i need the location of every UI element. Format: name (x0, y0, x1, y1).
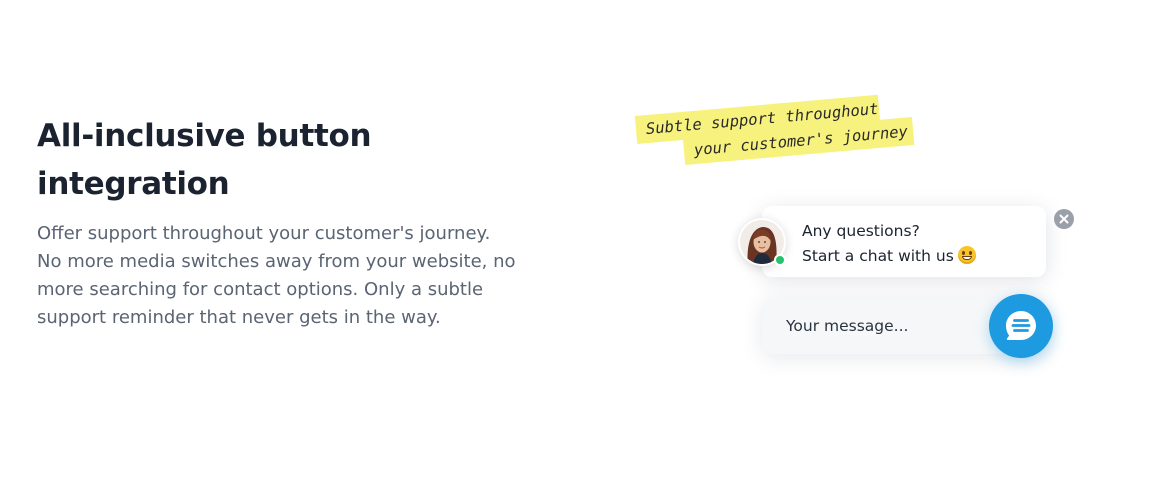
feature-description: Offer support throughout your customer's… (37, 223, 516, 328)
chat-bubble-icon (1006, 311, 1036, 340)
close-icon (1059, 214, 1069, 224)
chat-greeting-bubble[interactable]: Any questions? Start a chat with us (762, 206, 1046, 277)
chat-launcher-button[interactable] (989, 294, 1053, 358)
online-status-indicator (774, 254, 786, 266)
greeting-line-2-text: Start a chat with us (802, 247, 954, 265)
greeting-line-2: Start a chat with us (802, 246, 976, 265)
grinning-face-emoji-icon (957, 246, 976, 264)
greeting-line-1: Any questions? (802, 222, 920, 240)
message-input[interactable] (762, 298, 1006, 354)
feature-title: All-inclusive button integration (37, 118, 372, 202)
close-greeting-button[interactable] (1054, 209, 1074, 229)
